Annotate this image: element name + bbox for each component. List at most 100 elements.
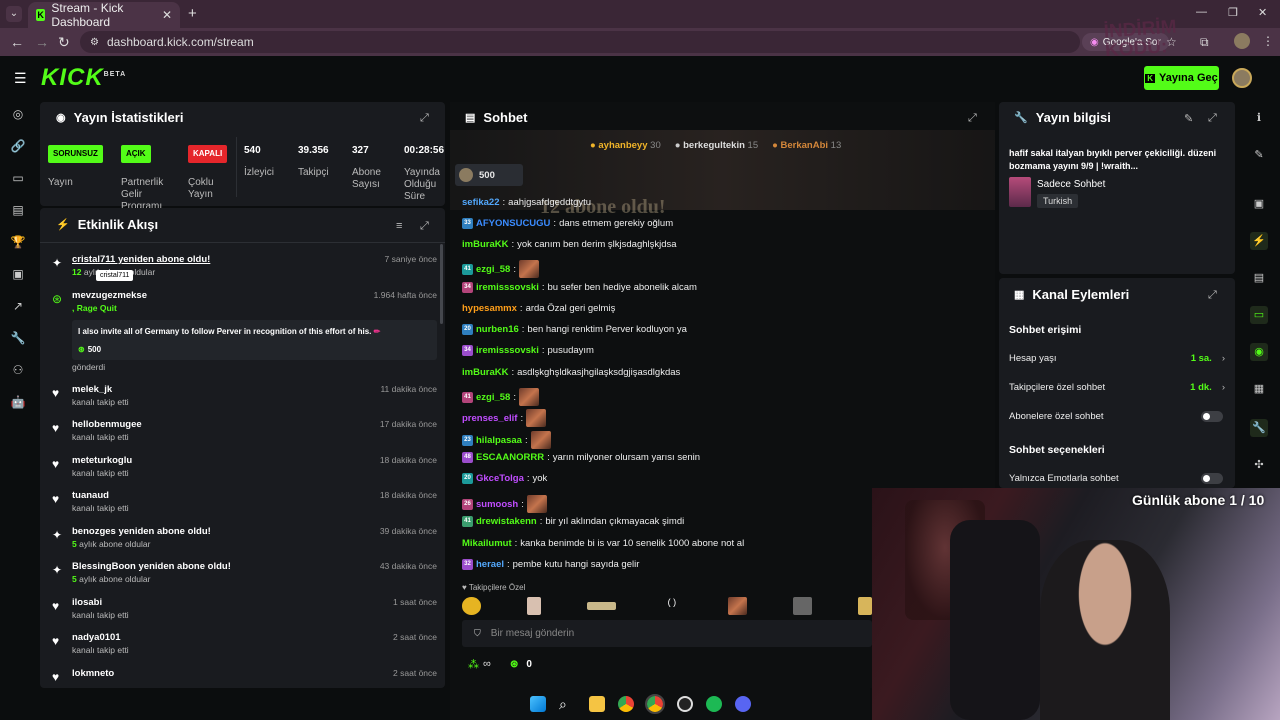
gifter-1[interactable]: ● ayhanbeyy 30 — [590, 140, 661, 151]
chat-username[interactable]: sefika22 — [462, 197, 500, 208]
puzzle-icon[interactable]: ✣ — [1250, 456, 1268, 474]
pinned-tip[interactable]: 500 — [455, 164, 523, 186]
activity-name[interactable]: nadya0101 — [72, 632, 121, 643]
chat-username[interactable]: Mikailumut — [462, 538, 512, 549]
chat-username[interactable]: drewistakenn — [476, 516, 537, 527]
points-indicator[interactable]: ⊛ 0 — [510, 659, 532, 670]
category-name[interactable]: Sadece Sohbet — [1037, 179, 1105, 190]
chat-username[interactable]: hilalpasaa — [476, 435, 522, 446]
chrome-active-icon[interactable] — [645, 694, 665, 714]
activity-name[interactable]: ilosabi — [72, 597, 102, 608]
windows-start-icon[interactable] — [530, 696, 546, 712]
monitor-icon[interactable]: ▣ — [8, 264, 28, 284]
edit-info-icon[interactable]: ✎ — [1184, 112, 1193, 125]
activity-name[interactable]: benozges yeniden abone oldu! — [72, 526, 211, 537]
analytics-icon[interactable]: ↗ — [8, 296, 28, 316]
chat-username[interactable]: iremisssovski — [476, 282, 539, 293]
activity-name[interactable]: meteturkoglu — [72, 455, 132, 466]
wrench-icon[interactable]: 🔧 — [1250, 419, 1268, 437]
trophy-icon[interactable]: 🏆 — [8, 232, 28, 252]
chat-username[interactable]: imBuraKK — [462, 367, 508, 378]
chat-icon[interactable]: ▭ — [1250, 306, 1268, 324]
emote-item[interactable] — [792, 597, 813, 615]
activity-name[interactable]: mevzugezmekse — [72, 290, 147, 301]
chat-username[interactable]: AFYONSUCUGU — [476, 218, 550, 229]
filter-icon[interactable]: ≡ — [396, 220, 402, 232]
emote-item[interactable] — [462, 597, 482, 615]
chat-username[interactable]: ezgi_58 — [476, 392, 510, 403]
video-icon[interactable]: ▭ — [8, 168, 28, 188]
emote-item[interactable] — [587, 602, 617, 610]
file-explorer-icon[interactable] — [589, 696, 605, 712]
chat-username[interactable]: nurben16 — [476, 324, 519, 335]
chat-username[interactable]: ESCAANORRR — [476, 452, 544, 463]
profile-avatar[interactable] — [1234, 33, 1250, 49]
gifter-3[interactable]: ● BerkanAbi 13 — [772, 140, 841, 151]
user-avatar[interactable] — [1232, 68, 1252, 88]
new-tab-icon[interactable]: + — [188, 5, 197, 22]
hamburger-menu-icon[interactable]: ☰ — [14, 70, 27, 87]
activity-scrollbar[interactable] — [440, 244, 443, 324]
spotify-icon[interactable] — [706, 696, 722, 712]
library-icon[interactable]: ▤ — [8, 200, 28, 220]
emote-item[interactable]: ( ) — [662, 597, 681, 615]
link-icon[interactable]: 🔗 — [8, 136, 28, 156]
expand-icon[interactable]: ⤢ — [420, 112, 429, 125]
stream-icon[interactable]: ◎ — [8, 104, 28, 124]
close-window-icon[interactable]: ✕ — [1258, 6, 1267, 19]
chat-username[interactable]: iremisssovski — [476, 345, 539, 356]
flash-icon[interactable]: ⚡ — [1250, 232, 1268, 250]
expand-icon[interactable]: ⤢ — [1208, 112, 1217, 125]
go-live-button[interactable]: K Yayına Geç — [1144, 66, 1219, 90]
emote-item[interactable] — [527, 597, 542, 615]
activity-name[interactable]: lokmneto — [72, 668, 114, 679]
chat-username[interactable]: herael — [476, 559, 504, 570]
bot-icon[interactable]: 🤖 — [8, 392, 28, 412]
browser-tab[interactable]: K Stream - Kick Dashboard ✕ — [28, 1, 180, 29]
community-icon[interactable]: ⚇ — [8, 360, 28, 380]
back-icon[interactable]: ← — [10, 34, 24, 50]
site-info-icon[interactable]: ⚙ — [90, 37, 99, 48]
activity-name[interactable]: tuanaud — [72, 490, 109, 501]
unlimited-indicator[interactable]: ⁂ ∞ — [468, 658, 491, 671]
gifter-2[interactable]: ● berkegultekin 15 — [675, 140, 758, 151]
list-icon[interactable]: ▤ — [1250, 269, 1268, 287]
emote-item[interactable] — [858, 597, 872, 615]
browser-menu-icon[interactable]: ⋮ — [1262, 34, 1274, 48]
chat-username[interactable]: GkceTolga — [476, 473, 524, 484]
account-age-row[interactable]: Hesap yaşı 1 sa. › — [1009, 353, 1225, 364]
reload-icon[interactable]: ↻ — [58, 34, 70, 51]
chat-username[interactable]: ezgi_58 — [476, 264, 510, 275]
chat-input[interactable]: ⛉ Bir mesaj gönderin — [462, 620, 872, 647]
expand-icon[interactable]: ⤢ — [1208, 289, 1217, 302]
info-icon[interactable]: ℹ — [1250, 109, 1268, 127]
forward-icon[interactable]: → — [35, 34, 49, 50]
tab-close-icon[interactable]: ✕ — [162, 8, 172, 22]
obs-icon[interactable] — [677, 696, 693, 712]
activity-name[interactable]: cristal711 yeniden abone oldu! — [72, 254, 210, 265]
chat-username[interactable]: prenses_elif — [462, 413, 517, 424]
activity-name[interactable]: hellobenmugee — [72, 419, 142, 430]
activity-name[interactable]: melek_jk — [72, 384, 112, 395]
emote-only-toggle[interactable] — [1201, 473, 1223, 484]
tools-icon[interactable]: 🔧 — [8, 328, 28, 348]
kick-logo[interactable]: KICKBETA — [41, 64, 126, 92]
media-icon[interactable]: ▣ — [1250, 195, 1268, 213]
chat-username[interactable]: sumoosh — [476, 499, 518, 510]
followers-only-row[interactable]: Takipçilere özel sohbet 1 dk. › — [1009, 382, 1225, 393]
chat-username[interactable]: imBuraKK — [462, 239, 508, 250]
calendar-icon[interactable]: ▦ — [1250, 380, 1268, 398]
chrome-icon[interactable] — [618, 696, 634, 712]
expand-icon[interactable]: ⤢ — [968, 112, 977, 125]
subs-only-toggle[interactable] — [1201, 411, 1223, 422]
search-icon[interactable]: ⌕ — [559, 696, 567, 713]
expand-icon[interactable]: ⤢ — [420, 220, 429, 233]
emote-item[interactable] — [727, 597, 747, 615]
url-field[interactable]: ⚙ dashboard.kick.com/stream — [80, 31, 1080, 53]
discord-icon[interactable] — [735, 696, 751, 712]
edit-icon[interactable]: ✎ — [1250, 146, 1268, 164]
target-icon[interactable]: ◉ — [1250, 343, 1268, 361]
activity-name[interactable]: BlessingBoon yeniden abone oldu! — [72, 561, 231, 572]
tab-search-icon[interactable]: ⌄ — [6, 6, 22, 22]
chat-username[interactable]: hypesammx — [462, 303, 517, 314]
